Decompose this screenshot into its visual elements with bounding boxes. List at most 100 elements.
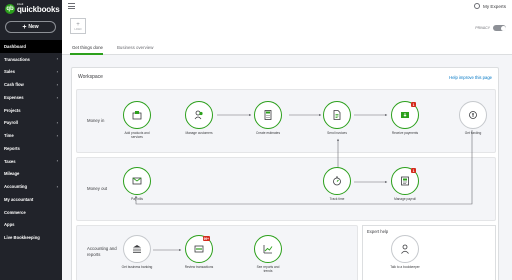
review-icon	[194, 245, 204, 253]
top-bar: + LOGO My Experts PRIVACY	[62, 0, 512, 40]
get-funding-node[interactable]: Get funding	[457, 101, 489, 135]
chevron-right-icon: ›	[56, 183, 58, 189]
sidebar-item-commerce[interactable]: Commerce	[0, 206, 62, 219]
add-products-node[interactable]: Add products and services	[121, 101, 153, 139]
sidebar-item-cash-flow[interactable]: Cash flow ›	[0, 78, 62, 91]
sidebar-item-dashboard[interactable]: Dashboard	[0, 40, 62, 53]
sidebar-item-payroll[interactable]: Payroll ›	[0, 117, 62, 130]
sidebar-item-label: Transactions	[4, 56, 30, 62]
sidebar-item-label: Accounting	[4, 184, 28, 190]
pay-bills-label: Pay bills	[131, 197, 143, 201]
expert-help-panel: Expert help	[362, 225, 496, 280]
hamburger-menu-icon[interactable]	[68, 3, 75, 9]
pay-bills-circle[interactable]	[123, 167, 151, 195]
sidebar-item-apps[interactable]: Apps	[0, 219, 62, 232]
money-in-label: Money in	[87, 118, 105, 123]
track-time-circle[interactable]	[323, 167, 351, 195]
receive-payments-node[interactable]: 1 Receive payments	[389, 101, 421, 135]
review-transactions-circle[interactable]: 99+	[185, 235, 213, 263]
add-products-circle[interactable]	[123, 101, 151, 129]
funding-icon	[469, 111, 477, 119]
tab-get-things-done[interactable]: Get things done	[72, 45, 103, 50]
talk-bookkeeper-node[interactable]: Talk to a bookkeeper	[389, 235, 421, 269]
logo-placeholder-text: LOGO	[74, 27, 82, 31]
track-time-label: Track time	[329, 197, 345, 201]
sidebar-item-taxes[interactable]: Taxes ›	[0, 155, 62, 168]
sidebar: qb intuit quickbooks + New Dashboard Tran…	[0, 0, 62, 280]
help-improve-link[interactable]: Help improve this page	[449, 75, 492, 80]
privacy-toggle[interactable]	[493, 25, 506, 31]
people-icon	[194, 110, 203, 120]
new-button-label: New	[28, 24, 39, 30]
get-banking-node[interactable]: Get business banking	[121, 235, 153, 269]
sidebar-item-my-accountant[interactable]: My accountant	[0, 193, 62, 206]
create-estimates-node[interactable]: Create estimates	[252, 101, 284, 135]
sidebar-item-label: Apps	[4, 222, 15, 228]
quickbooks-logo[interactable]: qb intuit quickbooks	[5, 3, 60, 14]
accounting-label: Accounting and reports	[87, 246, 117, 257]
tab-bar: Get things done Business overview	[62, 40, 512, 55]
money-out-label: Money out	[87, 186, 108, 191]
workspace-title: Workspace	[78, 74, 103, 80]
sidebar-nav: Dashboard Transactions › Sales › Cash flow › Ex…	[0, 40, 62, 244]
sidebar-item-projects[interactable]: Projects	[0, 104, 62, 117]
send-invoices-node[interactable]: Send invoices	[321, 101, 353, 135]
bank-icon	[133, 245, 141, 253]
see-reports-node[interactable]: See reports and trends	[252, 235, 284, 273]
brand-name: quickbooks	[17, 5, 60, 14]
sidebar-item-label: Reports	[4, 145, 20, 151]
my-experts-button[interactable]: My Experts	[474, 3, 506, 9]
manage-payroll-circle[interactable]: 1	[391, 167, 419, 195]
sidebar-item-time[interactable]: Time ›	[0, 129, 62, 142]
pay-bills-node[interactable]: Pay bills	[121, 167, 153, 201]
new-button[interactable]: + New	[5, 21, 56, 33]
sidebar-item-label: Live Bookkeeping	[4, 235, 40, 241]
chevron-right-icon: ›	[56, 132, 58, 138]
manage-payroll-node[interactable]: 1 Manage payroll	[389, 167, 421, 201]
send-invoices-circle[interactable]	[323, 101, 351, 129]
sidebar-item-label: Projects	[4, 107, 21, 113]
sidebar-item-live-bookkeeping[interactable]: Live Bookkeeping	[0, 231, 62, 244]
sidebar-item-sales[interactable]: Sales ›	[0, 66, 62, 79]
company-logo-upload[interactable]: + LOGO	[70, 18, 86, 34]
sidebar-item-mileage[interactable]: Mileage	[0, 168, 62, 181]
sidebar-item-label: Time	[4, 133, 14, 139]
sidebar-item-expenses[interactable]: Expenses ›	[0, 91, 62, 104]
manage-payroll-label: Manage payroll	[394, 197, 416, 201]
see-reports-circle[interactable]	[254, 235, 282, 263]
create-estimates-label: Create estimates	[255, 131, 281, 135]
receive-payments-badge: 1	[411, 102, 416, 107]
chevron-right-icon: ›	[56, 81, 58, 87]
get-banking-circle[interactable]	[123, 235, 151, 263]
send-invoices-label: Send invoices	[327, 131, 347, 135]
review-transactions-badge: 99+	[202, 236, 210, 241]
stopwatch-icon	[333, 176, 341, 186]
review-transactions-label: Review transactions	[184, 265, 214, 269]
user-icon	[474, 3, 481, 9]
manage-customers-node[interactable]: Manage customers	[183, 101, 215, 135]
privacy-label: PRIVACY	[475, 26, 490, 30]
box-icon	[132, 111, 142, 120]
tab-business-overview[interactable]: Business overview	[117, 45, 153, 50]
chevron-right-icon: ›	[56, 69, 58, 74]
sidebar-item-transactions[interactable]: Transactions ›	[0, 53, 62, 66]
track-time-node[interactable]: Track time	[321, 167, 353, 201]
get-funding-circle[interactable]	[459, 101, 487, 129]
review-transactions-node[interactable]: 99+ Review transactions	[183, 235, 215, 269]
sidebar-item-label: Cash flow	[4, 82, 24, 88]
sidebar-item-reports[interactable]: Reports	[0, 142, 62, 155]
talk-bookkeeper-circle[interactable]	[391, 235, 419, 263]
manage-customers-circle[interactable]	[185, 101, 213, 129]
chart-icon	[263, 245, 273, 254]
receive-payments-circle[interactable]: 1	[391, 101, 419, 129]
envelope-dollar-icon	[132, 177, 142, 185]
create-estimates-circle[interactable]	[254, 101, 282, 129]
add-products-label: Add products and services	[124, 131, 150, 139]
sidebar-item-label: Payroll	[4, 120, 18, 126]
receive-payments-label: Receive payments	[391, 131, 419, 135]
sidebar-item-accounting[interactable]: Accounting ›	[0, 180, 62, 193]
plus-icon: +	[22, 23, 27, 31]
talk-bookkeeper-label: Talk to a bookkeeper	[390, 265, 420, 269]
person-icon	[401, 244, 409, 254]
see-reports-label: See reports and trends	[256, 265, 280, 273]
